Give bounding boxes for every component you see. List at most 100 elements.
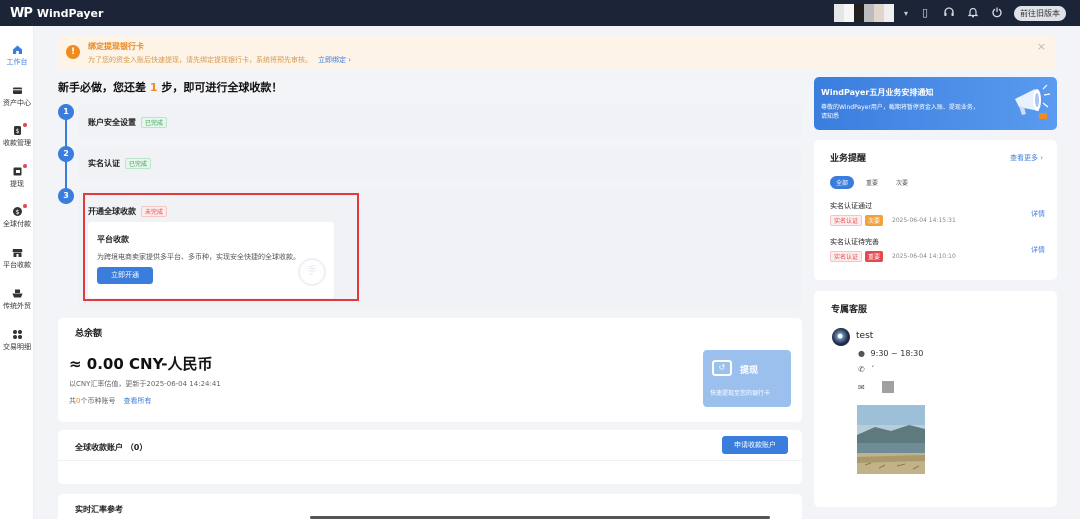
- qr-code-image: [857, 405, 925, 474]
- business-title: 业务提醒: [830, 154, 867, 164]
- bind-now-label: 立即绑定: [318, 56, 346, 64]
- category-badge: 实名认证: [830, 251, 863, 262]
- sidebar-item-platform[interactable]: 平台收款: [0, 247, 34, 270]
- sidebar-item-trade[interactable]: 传统外贸: [0, 288, 34, 311]
- reminder-meta: 实名认证 次要 2025-06-04 14:15:31: [830, 215, 1045, 226]
- sidebar-item-withdraw[interactable]: 提现: [0, 164, 34, 189]
- service-phone: ✆ ´: [858, 365, 875, 374]
- tab-important[interactable]: 重要: [860, 176, 884, 189]
- sidebar-item-label: 工作台: [6, 58, 28, 66]
- clock-icon: ●: [858, 349, 865, 358]
- service-email: ✉: [858, 381, 894, 393]
- service-hours: ● 9:30 ~ 18:30: [858, 349, 923, 358]
- svg-text:$: $: [15, 128, 19, 135]
- top-right-actions: ▾ ▯ 前往旧版本: [833, 4, 1066, 22]
- step-title-text: 实名认证: [88, 159, 120, 168]
- list-item: 实名认证待完善 实名认证 重要 2025-06-04 14:10:10 详情: [830, 237, 1045, 262]
- business-reminder-card: 业务提醒 查看更多 › 全部 重要 次要 实名认证通过 实名认证 次要 2025…: [814, 140, 1057, 280]
- sidebar-item-assets[interactable]: 资产中心: [0, 85, 34, 108]
- sidebar-item-label: 交易明细: [3, 343, 31, 351]
- accounts-suffix: 个币种账号: [80, 397, 116, 405]
- hours-text: 9:30 ~ 18:30: [870, 349, 924, 358]
- headset-icon[interactable]: [942, 6, 956, 20]
- close-icon[interactable]: ×: [1037, 40, 1046, 53]
- bell-icon[interactable]: [966, 6, 980, 20]
- redacted-block: [882, 381, 894, 393]
- withdraw-icon: [12, 166, 23, 177]
- chevron-right-icon: ›: [1040, 154, 1043, 162]
- category-badge: 实名认证: [830, 215, 863, 226]
- sidebar-item-label: 收款管理: [3, 139, 31, 147]
- sidebar-item-workbench[interactable]: 工作台: [0, 44, 34, 67]
- reminder-meta: 实名认证 重要 2025-06-04 14:10:10: [830, 251, 1045, 262]
- balance-updated: 以CNY汇率估值，更新于2025-06-04 14:24:41: [69, 380, 221, 388]
- svg-text:$: $: [15, 208, 19, 216]
- mobile-icon[interactable]: ▯: [918, 6, 932, 20]
- currency-accounts: 共0个币种账号 查看所有: [69, 396, 151, 406]
- bind-now-link[interactable]: 立即绑定 ›: [318, 56, 351, 64]
- notice-text: 为了您的资金入账后快速提现，请先绑定提现银行卡，系统将预先审核。 立即绑定 ›: [88, 55, 351, 65]
- service-title: 专属客服: [831, 305, 868, 315]
- sidebar-item-label: 资产中心: [3, 99, 31, 107]
- logo-mark: WP: [10, 5, 33, 21]
- sidebar-item-label: 全球付款: [3, 220, 31, 228]
- view-more-link[interactable]: 查看更多 ›: [1010, 153, 1043, 163]
- status-badge: 已完成: [141, 117, 168, 128]
- promo-banner[interactable]: WindPayer五月业务安排通知 尊敬的WindPayer用户，截期将暂停资金…: [814, 77, 1057, 130]
- detail-link[interactable]: 详情: [1031, 209, 1045, 219]
- step-number: 1: [58, 104, 74, 120]
- step-title: 账户安全设置 已完成: [88, 117, 168, 128]
- onboarding-headline: 新手必做，您还差 1 步，即可进行全球收款！: [58, 79, 282, 95]
- balance-title: 总余额: [75, 329, 103, 339]
- detail-link[interactable]: 详情: [1031, 245, 1045, 255]
- withdraw-card[interactable]: ↺ 提现 快速提现至您的银行卡: [703, 350, 791, 407]
- withdraw-sub: 快速提现至您的银行卡: [710, 390, 771, 397]
- sidebar: 工作台 资产中心 $ 收款管理 提现 $ 全球付款 平台收款 传统外贸 交易明细: [0, 26, 34, 519]
- warning-icon: !: [66, 45, 80, 59]
- step-number: 3: [58, 188, 74, 204]
- logo[interactable]: WP WindPayer: [10, 6, 103, 21]
- old-version-button[interactable]: 前往旧版本: [1014, 5, 1066, 21]
- avatar: [832, 328, 850, 346]
- top-bar: WP WindPayer ▾ ▯ 前往旧版本: [0, 0, 1080, 26]
- notification-dot: [23, 123, 27, 127]
- home-icon: [12, 44, 23, 55]
- sidebar-item-collection[interactable]: $ 收款管理: [0, 123, 34, 148]
- view-more-label: 查看更多: [1009, 154, 1038, 162]
- power-icon[interactable]: [990, 6, 1004, 20]
- megaphone-icon: [1009, 83, 1051, 123]
- level-badge: 次要: [865, 215, 884, 226]
- headline-prefix: 新手必做，您还差: [58, 81, 146, 94]
- business-tabs: 全部 重要 次要: [830, 176, 914, 189]
- divider: [58, 460, 802, 461]
- view-all-link[interactable]: 查看所有: [123, 397, 151, 405]
- level-badge: 重要: [865, 251, 884, 262]
- step-number: 2: [58, 146, 74, 162]
- timestamp: 2025-06-04 14:15:31: [892, 217, 956, 224]
- sidebar-item-transactions[interactable]: 交易明细: [0, 329, 34, 352]
- tab-minor[interactable]: 次要: [890, 176, 914, 189]
- user-avatar[interactable]: [833, 4, 894, 22]
- apply-account-button[interactable]: 申请收款账户: [722, 436, 788, 454]
- promo-text: 尊敬的WindPayer用户，截期将暂停资金入账、提现业务，请知悉: [821, 104, 979, 120]
- sidebar-item-global-pay[interactable]: $ 全球付款: [0, 204, 34, 229]
- step-title: 实名认证 已完成: [88, 158, 152, 169]
- step-card-realname[interactable]: 实名认证 已完成: [78, 146, 802, 180]
- reminder-title: 实名认证通过: [830, 202, 872, 210]
- list-icon: [12, 329, 23, 340]
- store-icon: [12, 247, 23, 258]
- rate-title: 实时汇率参考: [75, 505, 123, 514]
- chevron-right-icon: ›: [348, 56, 352, 64]
- wallet-icon: ↺: [712, 360, 732, 376]
- tab-all[interactable]: 全部: [830, 176, 855, 189]
- promo-title: WindPayer五月业务安排通知: [821, 88, 934, 97]
- wallet-icon: [12, 85, 23, 96]
- phone-icon: ✆: [858, 365, 865, 374]
- step-card-security[interactable]: 账户安全设置 已完成: [78, 104, 802, 138]
- receipt-icon: $: [12, 125, 23, 136]
- step-title-text: 账户安全设置: [88, 118, 136, 127]
- logo-text: WindPayer: [36, 6, 104, 20]
- sidebar-item-label: 传统外贸: [3, 302, 31, 310]
- dollar-icon: $: [12, 206, 23, 217]
- chevron-down-icon[interactable]: ▾: [904, 9, 908, 18]
